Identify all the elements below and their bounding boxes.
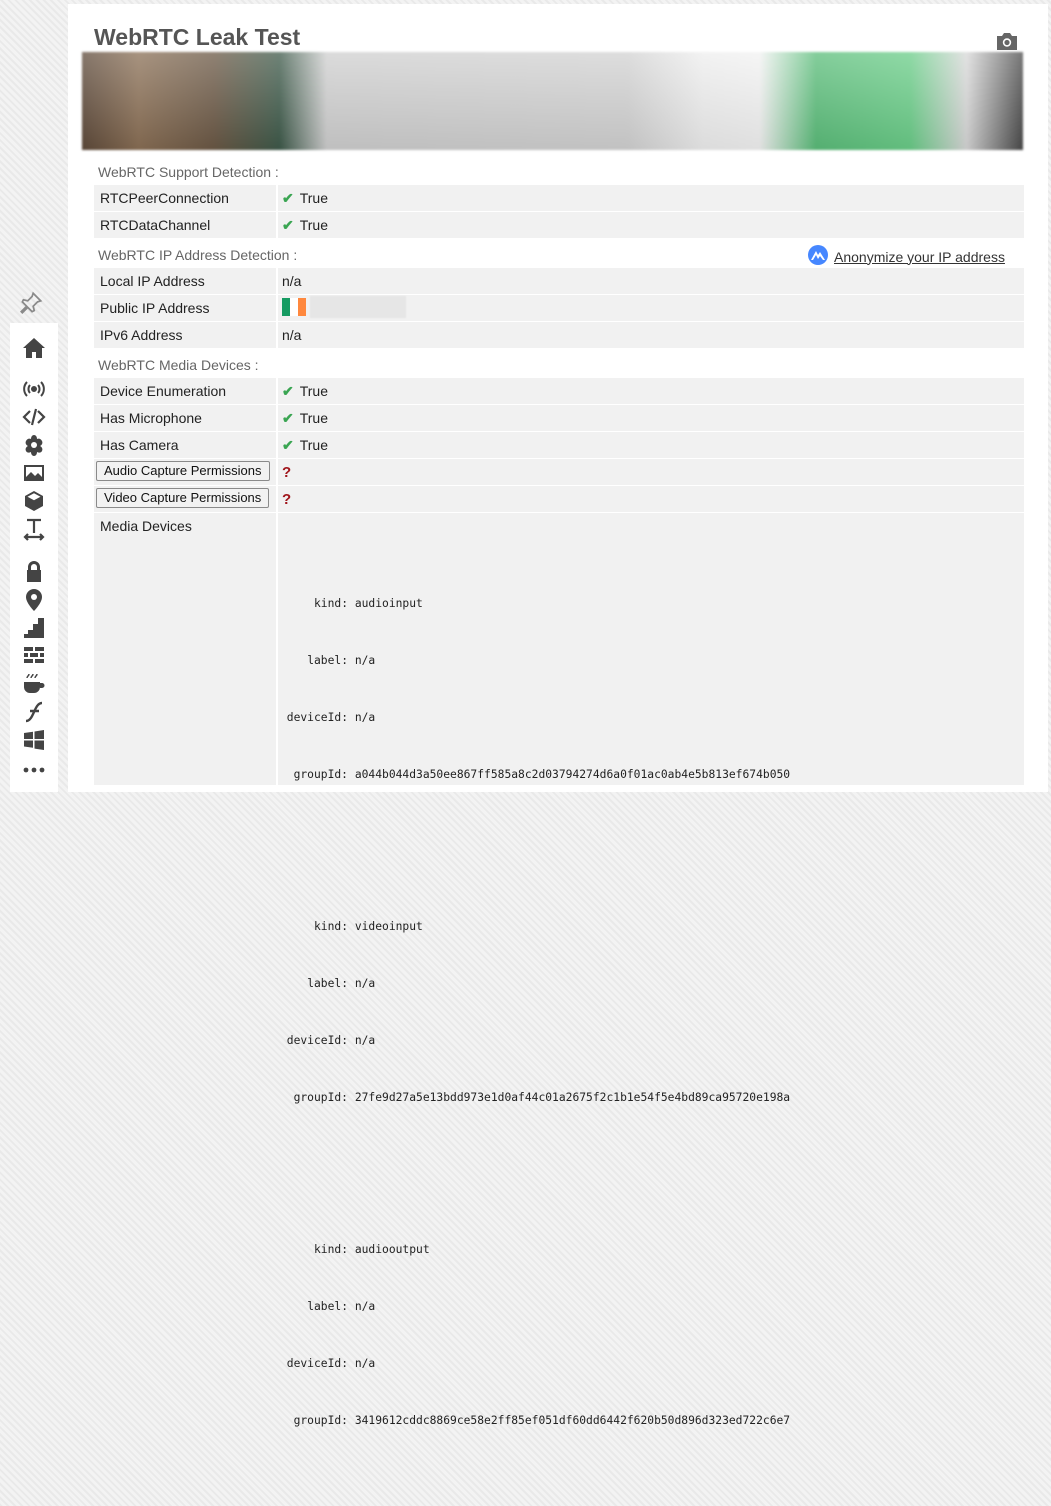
row-label: Local IP Address: [100, 273, 205, 289]
broadcast-icon[interactable]: [20, 376, 48, 402]
row-label: Has Microphone: [100, 410, 202, 426]
code-icon[interactable]: [20, 404, 48, 430]
row-value: n/a: [282, 327, 302, 343]
table-row: Has Microphone ✔ True: [94, 405, 1024, 431]
row-value: ✔ True: [282, 383, 329, 399]
anonymize-link-wrap[interactable]: Anonymize your IP address: [808, 245, 1005, 268]
camera-icon[interactable]: [995, 30, 1019, 52]
media-devices-row: Media Devices kind: audioinput label: n/…: [94, 513, 1024, 1427]
text-height-icon[interactable]: [20, 516, 48, 542]
section-support-detection: WebRTC Support Detection :: [98, 164, 279, 180]
sidebar: [0, 0, 66, 792]
windows-icon[interactable]: [20, 727, 48, 753]
table-row: IPv6 Address n/a: [94, 322, 1024, 348]
home-icon[interactable]: [20, 335, 48, 361]
row-value: ✔ True: [282, 217, 329, 233]
section-ip-detection: WebRTC IP Address Detection :: [98, 247, 298, 263]
lock-icon[interactable]: [20, 559, 48, 585]
row-label: RTCDataChannel: [100, 217, 211, 233]
public-ip-value: [310, 296, 406, 318]
list-item: kind: audiooutput label: n/a deviceId: n…: [286, 1243, 791, 1427]
table-row: Device Enumeration ✔ True: [94, 378, 1024, 404]
cube-icon[interactable]: [20, 488, 48, 514]
table-row: Has Camera ✔ True: [94, 432, 1024, 458]
map-marker-icon[interactable]: [20, 587, 48, 613]
check-icon: ✔: [282, 410, 294, 426]
row-value: ✔ True: [282, 437, 329, 453]
row-label: RTCPeerConnection: [100, 190, 229, 206]
table-row: RTCPeerConnection ✔ True: [94, 185, 1024, 211]
row-label: Media Devices: [100, 518, 192, 534]
list-item: kind: videoinput label: n/a deviceId: n/…: [286, 920, 791, 1104]
ad-banner[interactable]: [82, 52, 1023, 150]
table-row: Video Capture Permissions ?: [94, 486, 1024, 512]
check-icon: ✔: [282, 217, 294, 233]
video-capture-permissions-button[interactable]: Video Capture Permissions: [96, 488, 270, 508]
more-icon[interactable]: [20, 757, 48, 783]
brick-wall-icon[interactable]: [20, 643, 48, 669]
check-icon: ✔: [282, 437, 294, 453]
row-label: IPv6 Address: [100, 327, 183, 343]
coffee-icon[interactable]: [20, 671, 48, 697]
stairs-icon[interactable]: [20, 615, 48, 641]
row-label: Public IP Address: [100, 300, 210, 316]
list-item: kind: audioinput label: n/a deviceId: n/…: [286, 597, 791, 781]
table-row: Public IP Address: [94, 295, 1024, 321]
row-value: ✔ True: [282, 190, 329, 206]
row-value: [282, 296, 406, 318]
anonymize-ip-link[interactable]: Anonymize your IP address: [834, 249, 1005, 265]
page-title: WebRTC Leak Test: [94, 24, 301, 50]
flower-icon[interactable]: [20, 432, 48, 458]
ireland-flag-icon: [282, 298, 306, 316]
table-row: RTCDataChannel ✔ True: [94, 212, 1024, 238]
pin-icon[interactable]: [18, 290, 44, 316]
row-value: ✔ True: [282, 410, 329, 426]
audio-permission-unknown-icon: ?: [282, 464, 292, 481]
video-permission-unknown-icon: ?: [282, 491, 292, 508]
icon-bar: [10, 323, 58, 792]
media-devices-list: kind: audioinput label: n/a deviceId: n/…: [282, 518, 790, 1506]
row-label: Has Camera: [100, 437, 179, 453]
main-panel: WebRTC Leak Test WebRTC Support Detectio…: [68, 4, 1048, 1427]
section-media-devices: WebRTC Media Devices :: [98, 357, 259, 373]
row-label: Device Enumeration: [100, 383, 227, 399]
vpn-shield-icon: [808, 245, 828, 268]
check-icon: ✔: [282, 190, 294, 206]
row-value: n/a: [282, 273, 302, 289]
flash-icon[interactable]: [20, 699, 48, 725]
table-row: Audio Capture Permissions ?: [94, 459, 1024, 485]
audio-capture-permissions-button[interactable]: Audio Capture Permissions: [96, 461, 270, 481]
table-row: Local IP Address n/a: [94, 268, 1024, 294]
check-icon: ✔: [282, 383, 294, 399]
image-icon[interactable]: [20, 460, 48, 486]
